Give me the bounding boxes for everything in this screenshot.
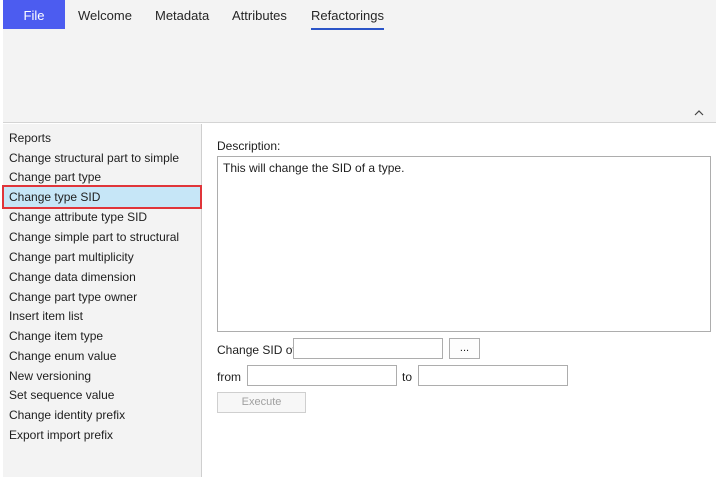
list-item-change-data-dimension[interactable]: Change data dimension bbox=[3, 267, 199, 287]
description-label: Description: bbox=[217, 139, 281, 153]
list-item-change-part-multiplicity[interactable]: Change part multiplicity bbox=[3, 247, 199, 267]
browse-button[interactable]: ... bbox=[449, 338, 480, 359]
from-input[interactable] bbox=[247, 365, 397, 386]
list-item-reports[interactable]: Reports bbox=[3, 128, 199, 148]
list-item-change-attribute-type-sid[interactable]: Change attribute type SID bbox=[3, 207, 199, 227]
list-item-change-simple-part-to-structural[interactable]: Change simple part to structural bbox=[3, 227, 199, 247]
execute-button[interactable]: Execute bbox=[217, 392, 306, 413]
tab-refactorings[interactable]: Refactorings bbox=[311, 0, 384, 30]
refactoring-list: Reports Change structural part to simple… bbox=[2, 124, 202, 477]
refactoring-detail-panel: Description: This will change the SID of… bbox=[203, 124, 716, 477]
list-item-change-part-type-owner[interactable]: Change part type owner bbox=[3, 287, 199, 307]
list-item-change-item-type[interactable]: Change item type bbox=[3, 326, 199, 346]
tab-metadata[interactable]: Metadata bbox=[155, 0, 209, 28]
tab-file[interactable]: File bbox=[3, 0, 65, 29]
ribbon: File Welcome Metadata Attributes Refacto… bbox=[3, 0, 716, 123]
list-item-insert-item-list[interactable]: Insert item list bbox=[3, 306, 199, 326]
list-item-change-structural-part-to-simple[interactable]: Change structural part to simple bbox=[3, 148, 199, 168]
list-item-change-part-type[interactable]: Change part type bbox=[3, 167, 199, 187]
tab-refactorings-label: Refactorings bbox=[311, 8, 384, 23]
list-item-change-enum-value[interactable]: Change enum value bbox=[3, 346, 199, 366]
list-item-change-type-sid[interactable]: Change type SID bbox=[2, 185, 202, 209]
list-item-change-identity-prefix[interactable]: Change identity prefix bbox=[3, 405, 199, 425]
change-sid-label: Change SID of bbox=[217, 343, 296, 357]
tab-attributes[interactable]: Attributes bbox=[232, 0, 287, 28]
from-label: from bbox=[217, 370, 241, 384]
change-sid-input[interactable] bbox=[293, 338, 443, 359]
description-text: This will change the SID of a type. bbox=[223, 161, 405, 175]
tab-welcome[interactable]: Welcome bbox=[78, 0, 132, 28]
list-item-set-sequence-value[interactable]: Set sequence value bbox=[3, 385, 199, 405]
active-tab-indicator bbox=[311, 28, 384, 30]
list-item-new-versioning[interactable]: New versioning bbox=[3, 366, 199, 386]
list-item-export-import-prefix[interactable]: Export import prefix bbox=[3, 425, 199, 445]
chevron-up-icon[interactable] bbox=[694, 108, 704, 118]
to-label: to bbox=[402, 370, 413, 384]
description-box: This will change the SID of a type. bbox=[217, 156, 711, 332]
to-input[interactable] bbox=[418, 365, 568, 386]
